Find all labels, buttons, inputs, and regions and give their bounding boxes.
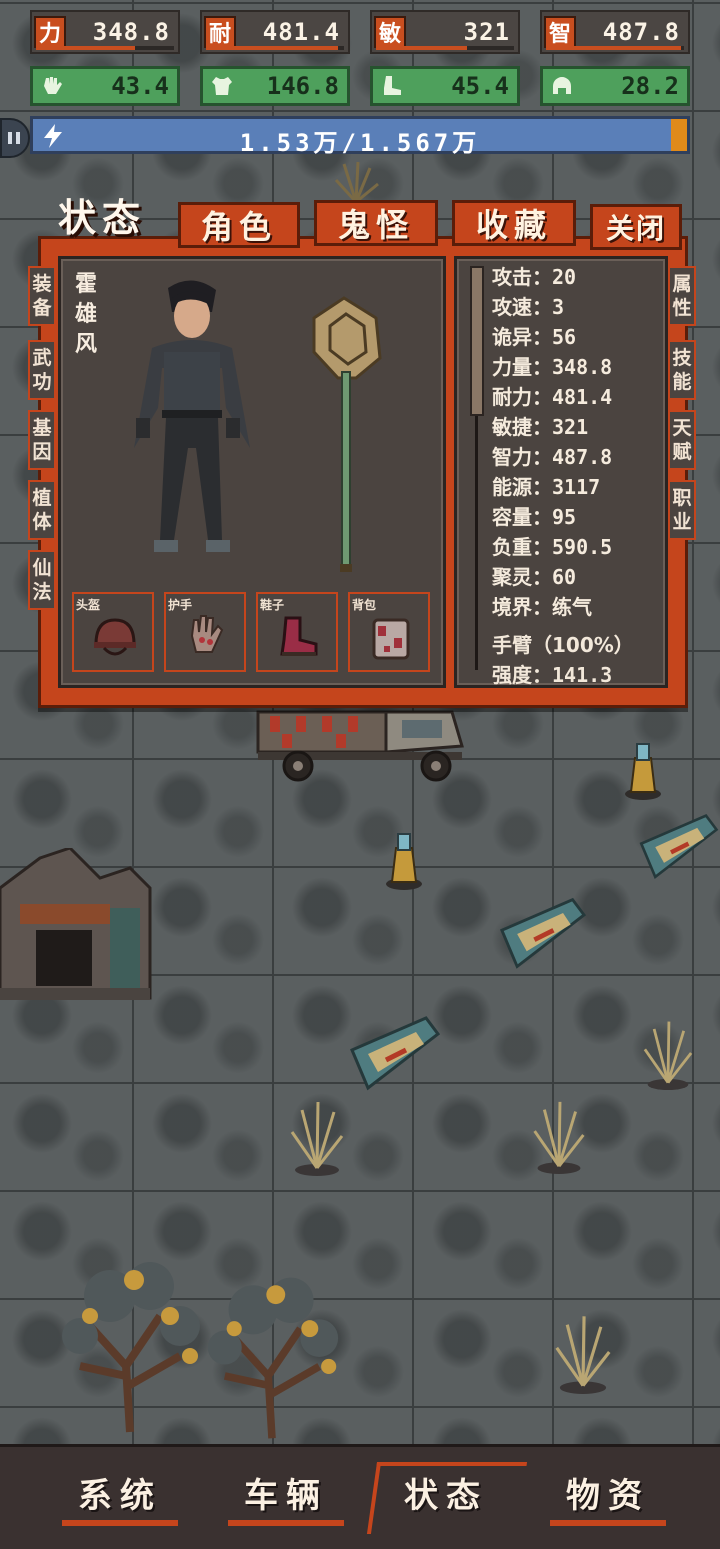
tricycle-vehicle[interactable] <box>252 706 468 782</box>
wrecked-boat[interactable] <box>636 808 720 888</box>
dead-grass <box>334 161 379 204</box>
attribute-list: 攻击：20 攻速：3 诡异：56 力量：348.8 耐力：481.4 敏捷：32… <box>492 262 662 622</box>
scroll-thumb[interactable] <box>470 266 484 416</box>
dead-grass <box>290 1101 344 1176</box>
slot-label: 头盔 <box>76 598 101 612</box>
slot-boots[interactable]: 鞋子 <box>256 592 338 672</box>
backpack-icon <box>372 618 410 660</box>
armor-icon <box>207 71 237 101</box>
stat-value: 321 <box>463 18 510 46</box>
attr-row: 容量：95 <box>492 505 577 529</box>
tab-status[interactable]: 状态 <box>40 196 164 248</box>
helmet-icon <box>94 618 136 656</box>
side-tab-profession[interactable]: 职业 <box>668 480 696 540</box>
dead-tree <box>62 1262 200 1433</box>
stat-key: 力 <box>34 16 66 48</box>
stat-bar <box>36 46 174 50</box>
character-name: 霍雄风 <box>74 272 97 357</box>
hydrant[interactable] <box>620 736 666 802</box>
stat-agility: 敏 321 <box>370 10 520 54</box>
character-portrait <box>134 280 250 552</box>
stat-strength: 力 348.8 <box>30 10 180 54</box>
defense-glove: 43.4 <box>30 66 180 106</box>
energy-text: 1.53万/1.567万 <box>239 129 481 157</box>
attr-row: 聚灵：60 <box>492 565 577 589</box>
tab-ghost[interactable]: 鬼怪 <box>314 200 438 246</box>
nav-supplies[interactable]: 物资 <box>548 1470 668 1530</box>
side-tab-attributes[interactable]: 属性 <box>668 266 696 326</box>
nav-status[interactable]: 状态 <box>366 1462 528 1534</box>
attr-row: 攻速：3 <box>492 295 565 319</box>
stat-intellect: 智 487.8 <box>540 10 690 54</box>
stat-value: 481.4 <box>262 18 340 46</box>
side-tab-talents[interactable]: 天赋 <box>668 410 696 470</box>
side-tab-genes[interactable]: 基因 <box>28 410 56 470</box>
arm-section: 手臂（100%） 强度：141.3 <box>492 630 662 690</box>
slot-label: 背包 <box>352 598 377 612</box>
tab-role[interactable]: 角色 <box>178 202 300 248</box>
nav-vehicle[interactable]: 车辆 <box>226 1470 346 1530</box>
attr-row: 诡异：56 <box>492 325 577 349</box>
attr-row: 智力：487.8 <box>492 445 613 469</box>
boot-icon <box>377 71 407 101</box>
slot-label: 鞋子 <box>260 598 285 612</box>
wrecked-boat[interactable] <box>496 892 588 978</box>
energy-bar: 1.53万/1.567万 <box>30 116 690 157</box>
primary-stats: 力 348.8 耐 481.4 敏 321 智 487.8 <box>30 10 690 54</box>
slot-backpack[interactable]: 背包 <box>348 592 430 672</box>
defense-armor: 146.8 <box>200 66 350 106</box>
arm-strength: 强度：141.3 <box>492 663 613 687</box>
close-button[interactable]: 关闭 <box>590 204 682 250</box>
slot-helmet[interactable]: 头盔 <box>72 592 154 672</box>
dead-tree <box>207 1277 339 1439</box>
stat-endurance: 耐 481.4 <box>200 10 350 54</box>
attribute-scrollbar[interactable] <box>470 266 484 670</box>
hydrant[interactable] <box>382 826 426 892</box>
defense-stats: 43.4 146.8 45.4 28.2 <box>30 66 690 106</box>
side-tab-implants[interactable]: 植体 <box>28 480 56 540</box>
side-tab-martial-arts[interactable]: 武功 <box>28 340 56 400</box>
attr-row: 攻击：20 <box>492 265 577 289</box>
dead-grass <box>555 1316 611 1394</box>
helmet-icon <box>547 71 577 101</box>
side-tab-immortal-arts[interactable]: 仙法 <box>28 550 56 610</box>
attr-row: 敏捷：321 <box>492 415 589 439</box>
slot-label: 护手 <box>168 598 193 612</box>
side-tab-equipment[interactable]: 装备 <box>28 266 56 326</box>
defense-helmet: 28.2 <box>540 66 690 106</box>
gauntlet-icon <box>190 615 224 653</box>
tab-collect[interactable]: 收藏 <box>452 200 576 246</box>
arm-title: 手臂（100%） <box>492 633 634 657</box>
glove-icon <box>37 71 67 101</box>
dead-grass <box>533 1101 585 1174</box>
stat-key: 敏 <box>374 16 406 48</box>
stat-value: 487.8 <box>602 18 680 46</box>
defense-value: 146.8 <box>266 72 339 100</box>
stat-value: 348.8 <box>92 18 170 46</box>
defense-value: 43.4 <box>111 72 169 100</box>
defense-value: 28.2 <box>621 72 679 100</box>
attr-row: 能源：3117 <box>492 475 601 499</box>
defense-value: 45.4 <box>451 72 509 100</box>
ruined-building[interactable] <box>0 848 156 1008</box>
attr-row: 力量：348.8 <box>492 355 613 379</box>
stat-bar <box>376 46 514 50</box>
attr-row: 负重：590.5 <box>492 535 613 559</box>
slot-gauntlet[interactable]: 护手 <box>164 592 246 672</box>
attr-row: 境界：练气 <box>492 595 592 619</box>
attr-row: 耐力：481.4 <box>492 385 613 409</box>
wrecked-boat[interactable] <box>346 1010 442 1100</box>
stat-bar <box>206 46 344 50</box>
weapon-axe <box>312 296 382 572</box>
stat-key: 智 <box>544 16 576 48</box>
defense-boot: 45.4 <box>370 66 520 106</box>
stat-bar <box>546 46 684 50</box>
boots-icon <box>280 616 318 656</box>
nav-system[interactable]: 系统 <box>60 1470 180 1530</box>
side-tab-skills[interactable]: 技能 <box>668 340 696 400</box>
stat-key: 耐 <box>204 16 236 48</box>
dead-grass <box>643 1021 693 1090</box>
